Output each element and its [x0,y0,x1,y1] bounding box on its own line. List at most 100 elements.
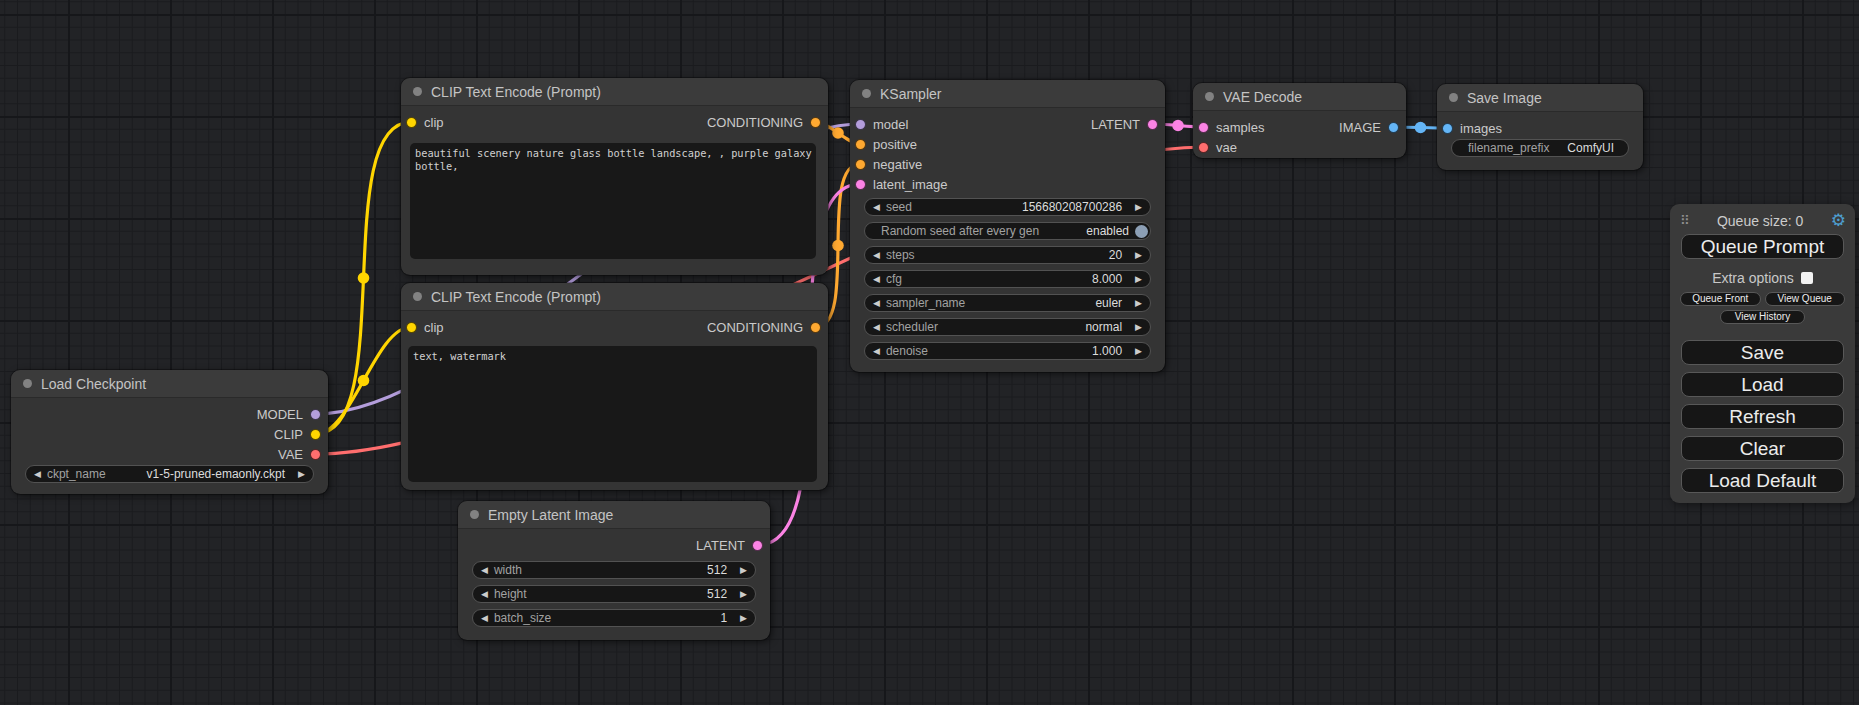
widget-random-seed-after-every-gen[interactable]: Random seed after every genenabled [864,222,1151,240]
input-slot-label: clip [424,115,444,130]
node-title-bar[interactable]: Save Image [1437,84,1643,112]
output-port-LATENT[interactable] [752,540,763,551]
widget-steps[interactable]: ◀steps20▶ [864,246,1151,264]
decrement-arrow-icon[interactable]: ◀ [865,323,886,332]
output-slot-label: CLIP [274,427,303,442]
prompt-textarea[interactable]: beautiful scenery nature glass bottle la… [410,143,816,259]
input-port-clip[interactable] [406,117,417,128]
collapse-dot-icon[interactable] [470,510,479,519]
widget-value: 156680208700286 [1022,200,1122,214]
decrement-arrow-icon[interactable]: ◀ [865,347,886,356]
save-button[interactable]: Save [1681,340,1844,365]
input-slot-label: positive [873,137,917,152]
widget-height[interactable]: ◀height512▶ [472,585,756,603]
extra-options-checkbox[interactable] [1801,272,1813,284]
node-graph-canvas[interactable]: Load CheckpointMODELCLIPVAE◀ckpt_namev1-… [0,0,1859,705]
input-port-images[interactable] [1442,123,1453,134]
node-title-bar[interactable]: Load Checkpoint [11,370,328,398]
view-history-button[interactable]: View History [1720,310,1805,324]
collapse-dot-icon[interactable] [413,292,422,301]
queue-front-button[interactable]: Queue Front [1680,292,1761,306]
output-port-CONDITIONING[interactable] [810,322,821,333]
widget-cfg[interactable]: ◀cfg8.000▶ [864,270,1151,288]
decrement-arrow-icon[interactable]: ◀ [26,470,47,479]
decrement-arrow-icon[interactable]: ◀ [865,203,886,212]
widget-width[interactable]: ◀width512▶ [472,561,756,579]
increment-arrow-icon[interactable]: ▶ [734,566,755,575]
decrement-arrow-icon[interactable]: ◀ [865,299,886,308]
input-port-positive[interactable] [855,139,866,150]
clear-button[interactable]: Clear [1681,436,1844,461]
widget-label: denoise [886,344,928,358]
load-button[interactable]: Load [1681,372,1844,397]
queue-prompt-button[interactable]: Queue Prompt [1681,234,1844,259]
collapse-dot-icon[interactable] [23,379,32,388]
save-image-node[interactable]: Save Imageimagesfilename_prefixComfyUI [1437,84,1643,170]
widget-denoise[interactable]: ◀denoise1.000▶ [864,342,1151,360]
load-default-button[interactable]: Load Default [1681,468,1844,493]
input-port-clip[interactable] [406,322,417,333]
node-title-bar[interactable]: CLIP Text Encode (Prompt) [401,283,828,311]
input-port-latent_image[interactable] [855,179,866,190]
output-port-VAE[interactable] [310,449,321,460]
widget-filename_prefix[interactable]: filename_prefixComfyUI [1451,139,1629,157]
widget-scheduler[interactable]: ◀schedulernormal▶ [864,318,1151,336]
queue-panel-header: ⠿ Queue size: 0 ⚙ [1670,204,1855,229]
empty-latent-image-node[interactable]: Empty Latent ImageLATENT◀width512▶◀heigh… [458,501,770,640]
drag-handle-icon[interactable]: ⠿ [1680,216,1690,226]
increment-arrow-icon[interactable]: ▶ [1129,275,1150,284]
gear-icon[interactable]: ⚙ [1831,214,1846,228]
prompt-textarea[interactable]: text, watermark [408,346,817,482]
node-title: Load Checkpoint [41,376,146,392]
refresh-button[interactable]: Refresh [1681,404,1844,429]
collapse-dot-icon[interactable] [413,87,422,96]
output-port-IMAGE[interactable] [1388,122,1399,133]
input-port-samples[interactable] [1198,122,1209,133]
ksampler-node[interactable]: KSamplermodelpositivenegativelatent_imag… [850,80,1165,372]
clip-text-encode-negative-node[interactable]: CLIP Text Encode (Prompt)clipCONDITIONIN… [401,283,828,490]
node-title-bar[interactable]: VAE Decode [1193,83,1406,111]
output-port-MODEL[interactable] [310,409,321,420]
widget-batch_size[interactable]: ◀batch_size1▶ [472,609,756,627]
decrement-arrow-icon[interactable]: ◀ [473,566,494,575]
input-slot-latent_image: latent_image [855,174,947,194]
increment-arrow-icon[interactable]: ▶ [1129,323,1150,332]
load-checkpoint-node[interactable]: Load CheckpointMODELCLIPVAE◀ckpt_namev1-… [11,370,328,494]
collapse-dot-icon[interactable] [1449,93,1458,102]
node-title: Empty Latent Image [488,507,613,523]
node-title-bar[interactable]: Empty Latent Image [458,501,770,529]
increment-arrow-icon[interactable]: ▶ [1129,299,1150,308]
collapse-dot-icon[interactable] [862,89,871,98]
widget-value: enabled [1086,224,1129,238]
increment-arrow-icon[interactable]: ▶ [1129,251,1150,260]
input-port-negative[interactable] [855,159,866,170]
decrement-arrow-icon[interactable]: ◀ [473,590,494,599]
increment-arrow-icon[interactable]: ▶ [734,614,755,623]
increment-arrow-icon[interactable]: ▶ [734,590,755,599]
input-slot-vae: vae [1198,137,1237,157]
clip-text-encode-positive-node[interactable]: CLIP Text Encode (Prompt)clipCONDITIONIN… [401,78,828,275]
widget-ckpt_name[interactable]: ◀ckpt_namev1-5-pruned-emaonly.ckpt▶ [25,465,314,483]
decrement-arrow-icon[interactable]: ◀ [473,614,494,623]
decrement-arrow-icon[interactable]: ◀ [865,251,886,260]
node-title: CLIP Text Encode (Prompt) [431,84,601,100]
widget-seed[interactable]: ◀seed156680208700286▶ [864,198,1151,216]
increment-arrow-icon[interactable]: ▶ [292,470,313,479]
input-slot-label: negative [873,157,922,172]
output-port-CLIP[interactable] [310,429,321,440]
widget-sampler_name[interactable]: ◀sampler_nameeuler▶ [864,294,1151,312]
node-title-bar[interactable]: KSampler [850,80,1165,108]
node-title-bar[interactable]: CLIP Text Encode (Prompt) [401,78,828,106]
decrement-arrow-icon[interactable]: ◀ [865,275,886,284]
increment-arrow-icon[interactable]: ▶ [1129,347,1150,356]
collapse-dot-icon[interactable] [1205,92,1214,101]
view-queue-button[interactable]: View Queue [1765,292,1846,306]
input-slot-label: clip [424,320,444,335]
output-port-CONDITIONING[interactable] [810,117,821,128]
increment-arrow-icon[interactable]: ▶ [1129,203,1150,212]
output-port-LATENT[interactable] [1147,119,1158,130]
vae-decode-node[interactable]: VAE DecodesamplesvaeIMAGE [1193,83,1406,158]
input-port-vae[interactable] [1198,142,1209,153]
toggle-knob[interactable] [1135,225,1148,238]
input-port-model[interactable] [855,119,866,130]
